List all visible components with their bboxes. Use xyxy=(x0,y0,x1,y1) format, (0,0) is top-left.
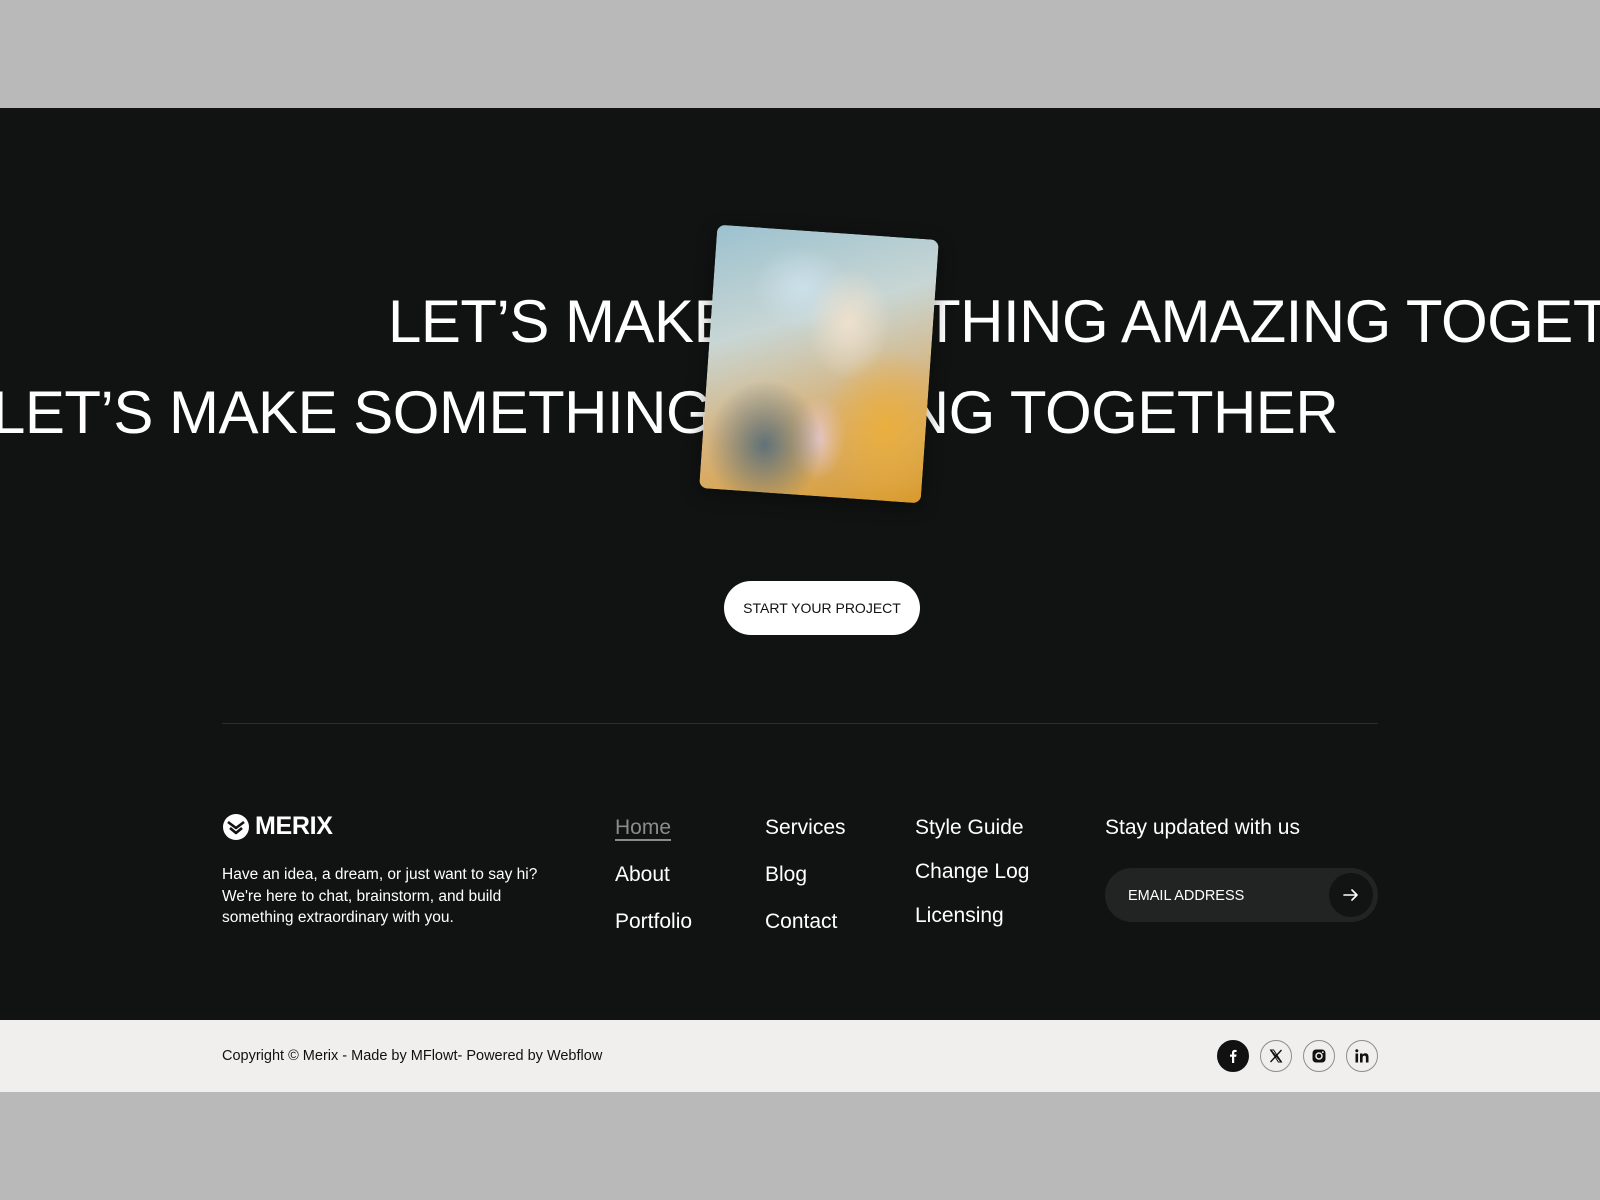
nav-link-home[interactable]: Home xyxy=(615,816,692,863)
nav-link-change-log[interactable]: Change Log xyxy=(915,860,1029,904)
linkedin-link[interactable] xyxy=(1346,1040,1378,1072)
instagram-icon xyxy=(1312,1049,1326,1063)
x-icon xyxy=(1269,1049,1283,1063)
footer-nav-column-3: Style Guide Change Log Licensing xyxy=(915,816,1029,948)
facebook-icon xyxy=(1230,1049,1237,1063)
bottom-bar: Copyright © Merix - Made by MFlowt- Powe… xyxy=(0,1020,1600,1092)
newsletter-title: Stay updated with us xyxy=(1105,816,1300,839)
footer-nav-column-2: Services Blog Contact xyxy=(765,816,846,957)
divider xyxy=(222,723,1378,724)
linkedin-icon xyxy=(1355,1049,1369,1063)
nav-link-portfolio[interactable]: Portfolio xyxy=(615,910,692,957)
email-input[interactable] xyxy=(1126,868,1320,924)
arrow-right-icon xyxy=(1343,889,1358,901)
nav-link-blog[interactable]: Blog xyxy=(765,863,846,910)
x-link[interactable] xyxy=(1260,1040,1292,1072)
brand-logo[interactable]: MERIX xyxy=(222,812,333,841)
start-project-button[interactable]: START YOUR PROJECT xyxy=(724,581,920,635)
copyright-text: Copyright © Merix - Made by MFlowt- Powe… xyxy=(222,1048,603,1064)
instagram-link[interactable] xyxy=(1303,1040,1335,1072)
social-links xyxy=(1217,1040,1378,1072)
facebook-link[interactable] xyxy=(1217,1040,1249,1072)
marquee-line-1: LET’S MAKE SOMETHING AMAZING TOGETHER xyxy=(388,288,1600,355)
nav-link-about[interactable]: About xyxy=(615,863,692,910)
nav-link-services[interactable]: Services xyxy=(765,816,846,863)
footer-nav-column-1: Home About Portfolio xyxy=(615,816,692,957)
marquee-line-2: LET’S MAKE SOMETHING AMAZING TOGETHER xyxy=(0,379,1339,446)
newsletter-form xyxy=(1105,868,1378,924)
nav-link-licensing[interactable]: Licensing xyxy=(915,904,1029,948)
footer-cta-section: LET’S MAKE SOMETHING AMAZING TOGETHER LE… xyxy=(0,108,1600,1020)
brand-name: MERIX xyxy=(255,812,333,840)
footer-tagline: Have an idea, a dream, or just want to s… xyxy=(222,866,538,926)
portrait-photo xyxy=(699,224,939,504)
nav-link-contact[interactable]: Contact xyxy=(765,910,846,957)
subscribe-button[interactable] xyxy=(1329,873,1373,917)
merix-logo-icon xyxy=(223,813,249,840)
nav-link-style-guide[interactable]: Style Guide xyxy=(915,816,1029,860)
